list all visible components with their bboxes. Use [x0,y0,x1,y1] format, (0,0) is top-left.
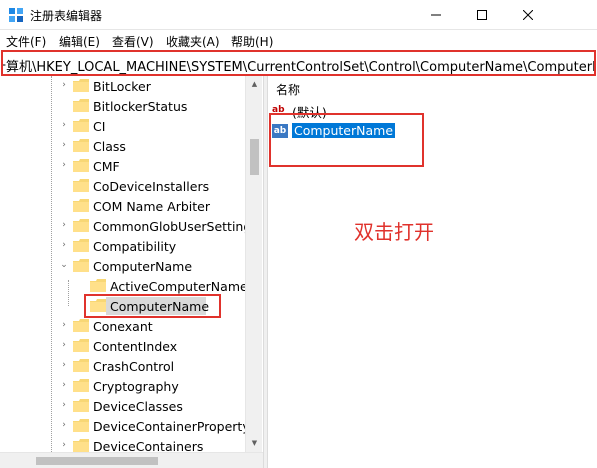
expand-arrow-icon[interactable] [59,100,69,110]
expand-arrow-icon[interactable] [59,200,69,210]
tree-item-label: BitlockerStatus [93,99,188,114]
folder-icon [73,159,89,172]
tree-item-label: CrashControl [93,359,175,374]
menu-bar: 文件(F) 编辑(E) 查看(V) 收藏夹(A) 帮助(H) [0,30,597,50]
close-button[interactable] [505,0,551,30]
tree-horizontal-scrollbar[interactable] [0,452,263,468]
menu-favorites[interactable]: 收藏夹(A) [166,33,220,50]
tree-item[interactable]: ⌄ ComputerName [0,256,245,276]
folder-icon [73,99,89,112]
annotation-highlight-box [269,113,424,167]
scroll-up-arrow-icon[interactable]: ▲ [246,76,263,93]
expand-arrow-icon[interactable]: › [59,440,69,450]
annotation-highlight-box [84,294,221,318]
tree-item-label: ComputerName [93,259,193,274]
folder-icon [73,319,89,332]
folder-icon [73,219,89,232]
folder-icon [73,199,89,212]
scroll-down-arrow-icon[interactable]: ▼ [246,435,263,452]
tree-item-label: ActiveComputerName [110,279,248,294]
expand-arrow-icon[interactable]: › [59,120,69,130]
tree-item[interactable]: › Cryptography [0,376,245,396]
folder-icon [73,339,89,352]
tree-item[interactable]: › CMF [0,156,245,176]
expand-arrow-icon[interactable]: › [59,140,69,150]
annotation-text: 双击打开 [354,220,434,244]
folder-icon [73,439,89,452]
minimize-button[interactable] [413,0,459,30]
menu-edit[interactable]: 编辑(E) [59,33,100,50]
tree-item[interactable]: › Conexant [0,316,245,336]
folder-icon [73,379,89,392]
tree-vertical-scrollbar[interactable]: ▲ ▼ [245,76,262,468]
folder-icon [73,419,89,432]
tree-item-label: Conexant [93,319,153,334]
tree-item-label: BitLocker [93,79,151,94]
expand-arrow-icon[interactable]: › [59,380,69,390]
scrollbar-thumb[interactable] [36,457,158,465]
title-bar: 注册表编辑器 [0,0,597,30]
tree-item-label: DeviceClasses [93,399,183,414]
tree-item[interactable]: › DeviceContainerPropertyU [0,416,259,436]
expand-arrow-icon[interactable]: › [59,400,69,410]
expand-arrow-icon[interactable]: › [59,220,69,230]
tree-item-label: ContentIndex [93,339,178,354]
close-icon [523,10,533,20]
folder-icon [73,119,89,132]
tree-item[interactable]: › DeviceClasses [0,396,245,416]
tree-item[interactable]: CoDeviceInstallers [0,176,245,196]
expand-arrow-icon[interactable]: › [59,420,69,430]
expand-arrow-icon[interactable]: › [59,240,69,250]
tree-item[interactable]: › CommonGlobUserSettings [0,216,258,236]
maximize-icon [477,10,487,20]
collapse-arrow-icon[interactable]: ⌄ [59,260,69,270]
folder-icon [73,79,89,92]
expand-arrow-icon[interactable] [76,280,86,290]
tree-item[interactable]: › CrashControl [0,356,245,376]
folder-icon [73,399,89,412]
tree-item[interactable]: ActiveComputerName [0,276,248,296]
tree-item[interactable]: BitlockerStatus [0,96,245,116]
tree-item-label: CMF [93,159,120,174]
tree-item-label: Cryptography [93,379,179,394]
key-tree[interactable]: › BitLocker BitlockerStatus › CI › Class… [0,76,263,468]
tree-item-label: Compatibility [93,239,177,254]
tree-item-label: CoDeviceInstallers [93,179,210,194]
minimize-icon [431,14,441,16]
tree-item-label: DeviceContainerPropertyU [93,419,259,434]
tree-item[interactable]: › ContentIndex [0,336,245,356]
tree-item[interactable]: COM Name Arbiter [0,196,245,216]
maximize-button[interactable] [459,0,505,30]
regedit-app-icon [9,8,23,22]
folder-icon [73,359,89,372]
folder-icon [73,239,89,252]
folder-icon [73,179,89,192]
tree-item-label: Class [93,139,126,154]
column-header-name[interactable]: 名称 [276,81,300,98]
folder-icon [73,259,89,272]
expand-arrow-icon[interactable]: › [59,80,69,90]
window-title: 注册表编辑器 [30,9,103,23]
expand-arrow-icon[interactable]: › [59,360,69,370]
tree-item-label: CommonGlobUserSettings [93,219,258,234]
tree-item[interactable]: › Compatibility [0,236,245,256]
tree-item[interactable]: › Class [0,136,245,156]
address-path[interactable]: 计算机\HKEY_LOCAL_MACHINE\SYSTEM\CurrentCon… [3,56,594,74]
tree-item[interactable]: › BitLocker [0,76,245,96]
menu-help[interactable]: 帮助(H) [231,33,273,50]
address-bar[interactable]: 计算机\HKEY_LOCAL_MACHINE\SYSTEM\CurrentCon… [1,50,596,76]
expand-arrow-icon[interactable] [59,180,69,190]
expand-arrow-icon[interactable]: › [59,340,69,350]
menu-file[interactable]: 文件(F) [6,33,46,50]
scrollbar-thumb[interactable] [250,139,259,175]
expand-arrow-icon[interactable]: › [59,320,69,330]
tree-item[interactable]: › CI [0,116,245,136]
folder-icon [73,139,89,152]
tree-item-label: CI [93,119,106,134]
menu-view[interactable]: 查看(V) [112,33,154,50]
tree-item-label: COM Name Arbiter [93,199,211,214]
expand-arrow-icon[interactable]: › [59,160,69,170]
folder-icon [90,279,106,292]
